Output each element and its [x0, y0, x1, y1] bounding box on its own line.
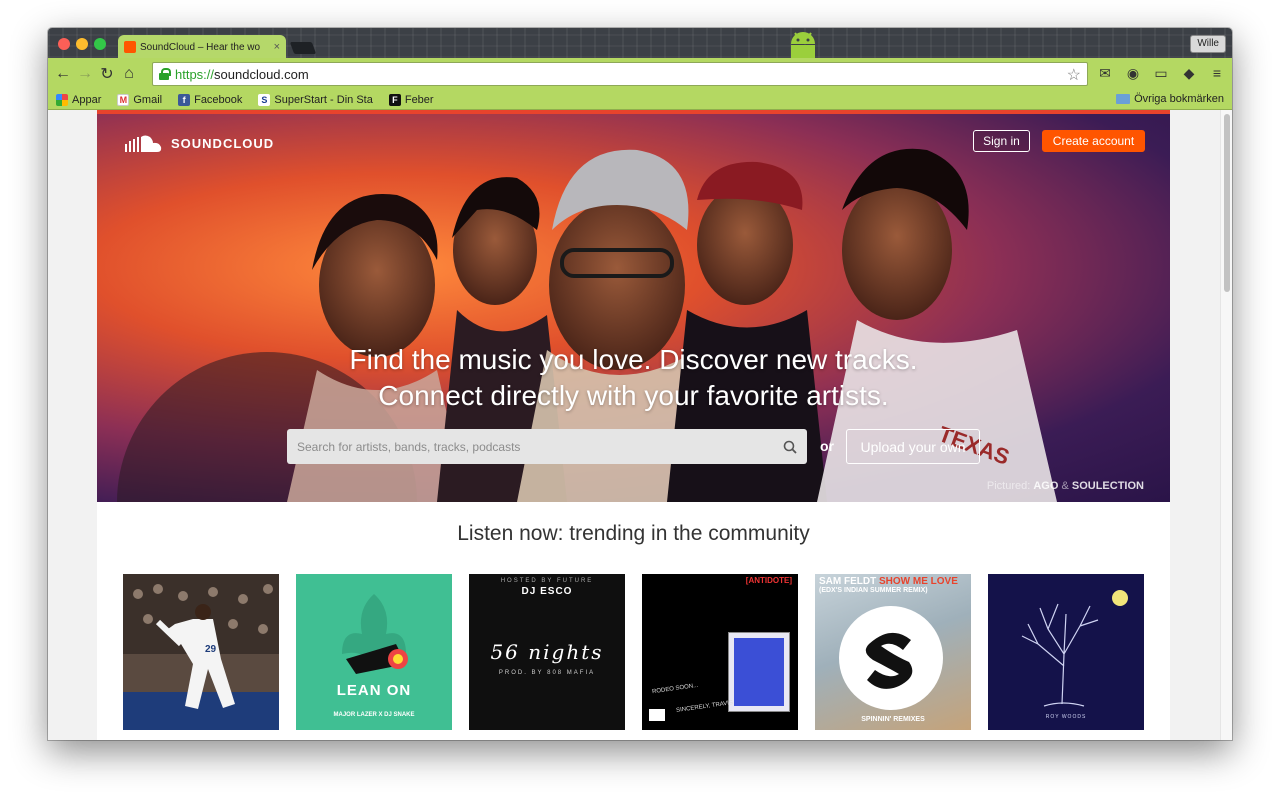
baseball-artwork: 29: [123, 574, 279, 730]
antidote-tag: [ANTIDOTE]: [745, 576, 792, 585]
headline-line-2: Connect directly with your favorite arti…: [378, 380, 889, 411]
page-scrollbar[interactable]: [1220, 110, 1232, 740]
lean-on-artwork: [296, 574, 452, 730]
folder-icon: [1116, 94, 1131, 104]
upload-button[interactable]: Upload your own: [846, 429, 980, 464]
bookmark-label: Feber: [404, 93, 434, 106]
pictured-credit: Pictured: AGO & SOULECTION: [987, 480, 1144, 492]
feber-icon: F: [388, 93, 401, 106]
pictured-ampersand: &: [1061, 480, 1069, 492]
gmail-icon: M: [117, 93, 130, 106]
track-tile-1[interactable]: 29: [123, 574, 279, 730]
soundcloud-favicon-icon: [124, 41, 136, 53]
track-tile-4[interactable]: [ANTIDOTE] RODEO SOON... SINCERELY, TRAV…: [642, 574, 798, 730]
bookmark-label: SuperStart - Din Sta: [274, 93, 373, 106]
soundcloud-logo[interactable]: SOUNDCLOUD: [125, 134, 274, 152]
sign-in-button[interactable]: Sign in: [973, 130, 1030, 152]
pictured-artist-1[interactable]: AGO: [1033, 480, 1058, 492]
browser-toolbar: ← → ↻ ⌂ https:// soundcloud.com ☆ ✉ ◉ ▭ …: [48, 58, 1232, 90]
browser-window: SoundCloud – Hear the wo × Wille ← → ↻ ⌂…: [48, 28, 1232, 740]
bookmark-star-icon[interactable]: ☆: [1067, 65, 1081, 85]
apps-icon: [56, 93, 68, 106]
esco-top: HOSTED BY FUTURE: [500, 578, 594, 584]
antidote-note-2: SINCERELY, TRAVIS: [675, 700, 734, 714]
reload-icon[interactable]: ↻: [96, 63, 118, 85]
title-bar: SoundCloud – Hear the wo × Wille: [48, 28, 1232, 59]
search-box[interactable]: [287, 429, 807, 464]
bookmarks-bar: Appar M Gmail f Facebook S SuperStart - …: [48, 90, 1232, 110]
tree-sub: ROY WOODS: [1045, 714, 1087, 720]
layers-extension-icon[interactable]: ◆: [1178, 62, 1200, 84]
zoom-window-button[interactable]: [94, 38, 106, 50]
bookmark-label: Appar: [72, 93, 102, 106]
android-icon: [791, 32, 815, 58]
tab-close-icon[interactable]: ×: [274, 41, 280, 53]
superstart-icon: S: [258, 93, 271, 106]
pictured-label: Pictured:: [986, 480, 1031, 492]
close-window-button[interactable]: [58, 38, 70, 50]
tab-title: SoundCloud – Hear the wo: [140, 41, 261, 53]
track-tile-3[interactable]: HOSTED BY FUTURE DJ ESCO 56 nights PROD.…: [469, 574, 625, 730]
cast-icon[interactable]: ▭: [1150, 62, 1172, 84]
hero-headline: Find the music you love. Discover new tr…: [97, 342, 1170, 414]
bookmark-gmail[interactable]: M Gmail: [117, 93, 163, 106]
power-extension-icon[interactable]: ◉: [1122, 62, 1144, 84]
bookmark-feber[interactable]: F Feber: [388, 93, 434, 106]
bookmark-label: Facebook: [194, 93, 243, 106]
profile-button[interactable]: Wille: [1190, 35, 1226, 53]
other-bookmarks-label: Övriga bokmärken: [1134, 93, 1224, 105]
bookmark-label: Gmail: [133, 93, 163, 106]
bookmark-facebook[interactable]: f Facebook: [178, 93, 243, 106]
headline-line-1: Find the music you love. Discover new tr…: [349, 344, 918, 375]
mail-extension-icon[interactable]: ✉: [1094, 62, 1116, 84]
address-bar[interactable]: https:// soundcloud.com ☆: [152, 62, 1088, 86]
scrollbar-thumb[interactable]: [1224, 114, 1230, 292]
url-host: soundcloud.com: [214, 66, 309, 82]
track-tile-6[interactable]: ROY WOODS: [988, 574, 1144, 730]
url-protocol: https://: [175, 66, 215, 82]
soundcloud-cloud-icon: [125, 135, 162, 152]
tab-soundcloud[interactable]: SoundCloud – Hear the wo ×: [118, 35, 286, 59]
other-bookmarks[interactable]: Övriga bokmärken: [1116, 93, 1224, 105]
logo-text: SOUNDCLOUD: [171, 135, 275, 151]
trending-title: Listen now: trending in the community: [457, 522, 810, 545]
create-account-button[interactable]: Create account: [1042, 130, 1145, 152]
spinnin-footer: SPINNIN' REMIXES: [861, 716, 925, 723]
esco-sub: PROD. BY 808 MAFIA: [498, 670, 596, 676]
bookmark-superstart[interactable]: S SuperStart - Din Sta: [258, 93, 373, 106]
lean-on-sub: MAJOR LAZER X DJ SNAKE: [333, 712, 415, 718]
hero-banner: TEXAS SOUNDCLOUD Sign in Create account …: [97, 110, 1170, 502]
spinnin-records-icon: [839, 606, 943, 710]
bookmark-appar[interactable]: Appar: [56, 93, 102, 106]
trending-tiles: 29 LEAN ON MAJOR LAZER X DJ SNAKE HOSTED…: [123, 574, 1144, 730]
minimize-window-button[interactable]: [76, 38, 88, 50]
pictured-artist-2[interactable]: SOULECTION: [1072, 480, 1144, 492]
lean-on-title: LEAN ON: [336, 682, 412, 699]
menu-icon[interactable]: ≡: [1206, 62, 1228, 84]
track-tile-5[interactable]: SAM FELDT SHOW ME LOVE (EDX'S INDIAN SUM…: [815, 574, 971, 730]
parental-advisory-icon: [648, 708, 666, 722]
esco-title: DJ ESCO: [521, 586, 573, 597]
antidote-note-1: RODEO SOON...: [651, 682, 699, 696]
home-icon[interactable]: ⌂: [118, 63, 140, 85]
track-tile-2[interactable]: LEAN ON MAJOR LAZER X DJ SNAKE: [296, 574, 452, 730]
new-tab-button[interactable]: [289, 42, 317, 54]
facebook-icon: f: [178, 93, 191, 106]
soundcloud-page: TEXAS SOUNDCLOUD Sign in Create account …: [97, 110, 1170, 740]
back-icon[interactable]: ←: [52, 63, 74, 85]
forward-icon[interactable]: →: [74, 63, 96, 85]
search-input[interactable]: [297, 439, 783, 454]
search-icon[interactable]: [783, 440, 797, 454]
or-label: or: [820, 438, 834, 454]
tree-artwork: [1021, 590, 1128, 707]
lock-icon: [159, 68, 171, 80]
page-viewport: TEXAS SOUNDCLOUD Sign in Create account …: [48, 110, 1232, 740]
svg-text:29: 29: [205, 644, 217, 655]
esco-script: 56 nights: [490, 640, 604, 664]
antidote-photo: [728, 632, 790, 712]
